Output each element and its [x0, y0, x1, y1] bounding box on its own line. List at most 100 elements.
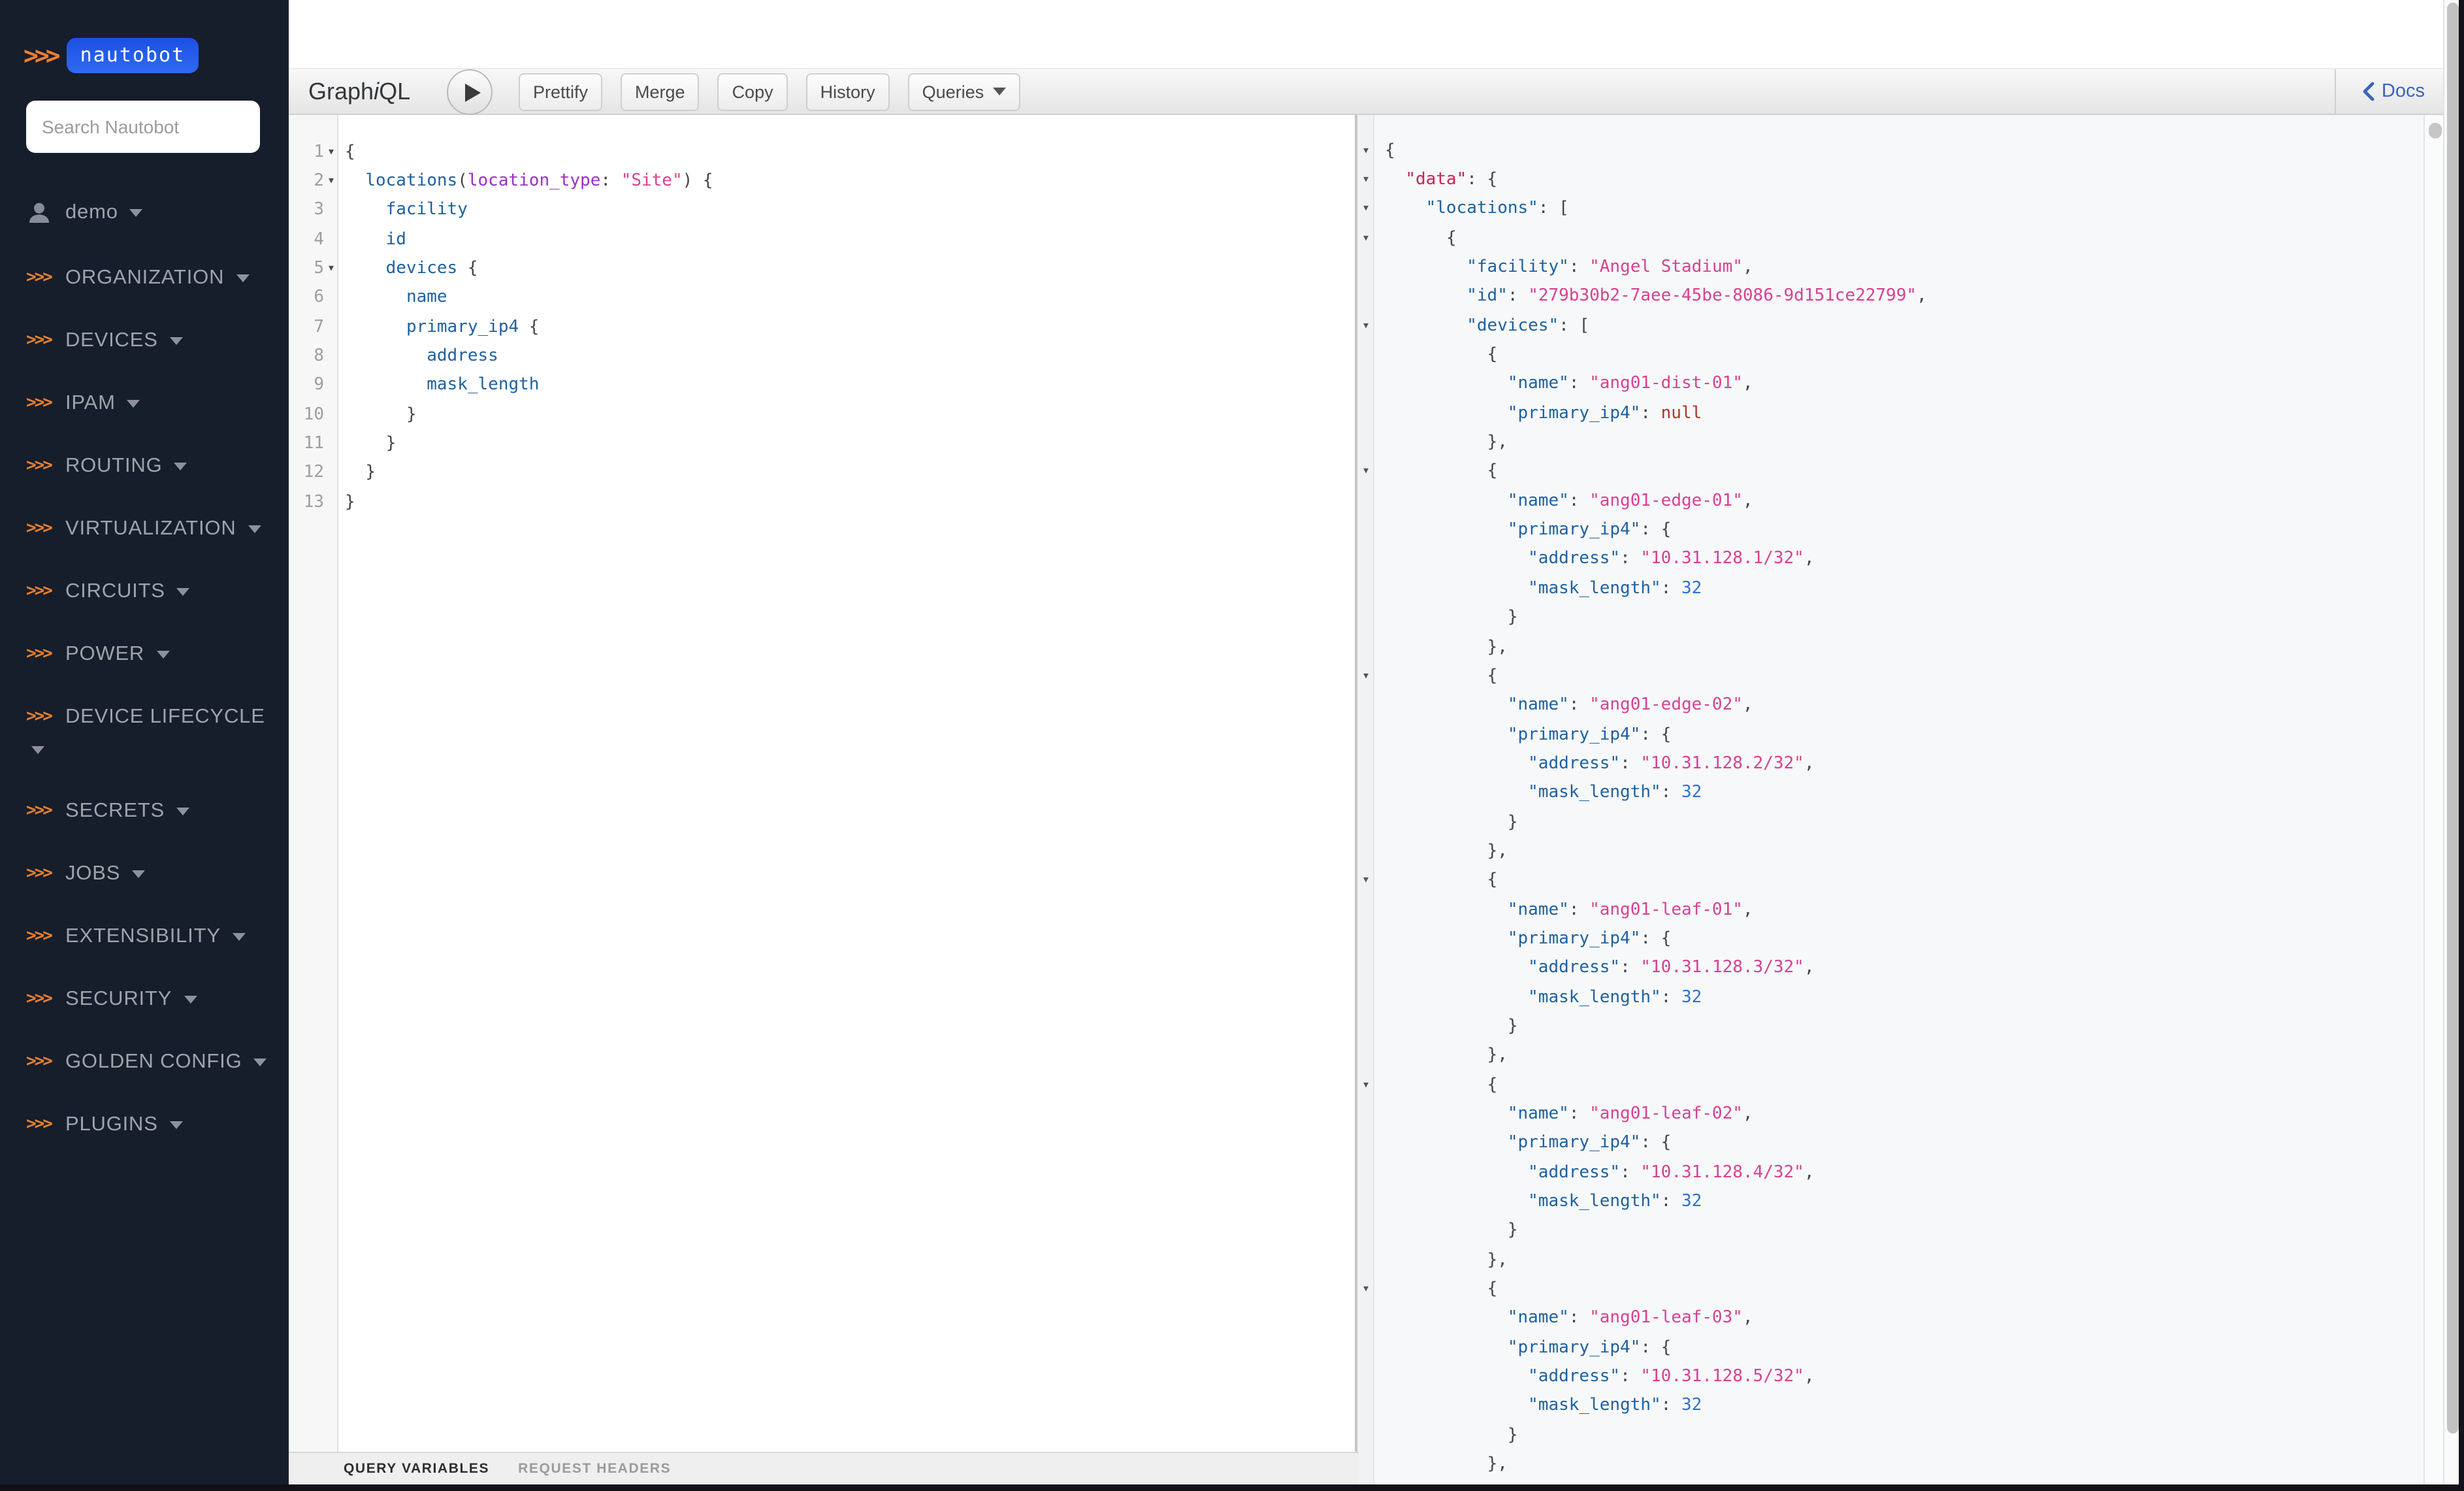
editor-footer-bar: QUERY VARIABLES REQUEST HEADERS [289, 1452, 1359, 1484]
chevron-down-icon [177, 587, 190, 595]
sidebar-item-routing[interactable]: >>>ROUTING [26, 450, 277, 482]
code-text: } [345, 463, 376, 483]
result-line: }, [1357, 632, 2423, 662]
page-scrollbar-track[interactable] [2443, 0, 2459, 1484]
result-scrollbar-track[interactable] [2423, 115, 2443, 1484]
result-line: ▾ { [1357, 1070, 2423, 1100]
fold-toggle-icon[interactable]: ▾ [1357, 1282, 1374, 1296]
search-input[interactable] [26, 101, 260, 153]
menu-chevrons-icon: >>> [26, 582, 65, 601]
code-text: } [1385, 1017, 1518, 1036]
nautobot-logo[interactable]: >>> nautobot [24, 35, 198, 76]
result-line: "name": "ang01-dist-01", [1357, 370, 2423, 399]
result-line: }, [1357, 428, 2423, 457]
code-text: devices { [345, 259, 478, 278]
chevron-down-icon [127, 399, 140, 407]
fold-toggle-icon[interactable]: ▾ [1357, 231, 1374, 245]
fold-toggle-icon[interactable]: ▾ [1357, 874, 1374, 888]
sidebar-item-label: DEVICE LIFECYCLE [65, 705, 265, 729]
code-text: "locations": [ [1385, 199, 1569, 219]
sidebar-item-devices[interactable]: >>>DEVICES [26, 324, 277, 357]
tab-query-variables[interactable]: QUERY VARIABLES [344, 1461, 489, 1477]
sidebar-item-jobs[interactable]: >>>JOBS [26, 857, 277, 890]
code-text: } [345, 493, 355, 512]
sidebar-item-label: ORGANIZATION [65, 266, 224, 289]
sidebar-item-organization[interactable]: >>>ORGANIZATION [26, 261, 277, 294]
code-text: } [1385, 1426, 1518, 1445]
result-line: "facility": "Angel Stadium", [1357, 253, 2423, 282]
sidebar-item-security[interactable]: >>>SECURITY [26, 983, 277, 1015]
code-text: "id": "279b30b2-7aee-45be-8086-9d151ce22… [1385, 287, 1927, 306]
result-line: ▾{ [1357, 136, 2423, 165]
queries-dropdown-button[interactable]: Queries [908, 73, 1021, 110]
chevron-down-icon [176, 807, 189, 815]
fold-toggle-icon[interactable]: ▾ [1357, 143, 1374, 157]
copy-button[interactable]: Copy [718, 73, 788, 110]
prettify-button[interactable]: Prettify [519, 73, 602, 110]
sidebar-item-label: ROUTING [65, 454, 163, 478]
sidebar-item-label: IPAM [65, 391, 116, 415]
fold-toggle-icon[interactable]: ▾ [1357, 1077, 1374, 1092]
menu-chevrons-icon: >>> [26, 456, 65, 476]
code-text: locations(location_type: "Site") { [345, 171, 713, 191]
sidebar-item-virtualization[interactable]: >>>VIRTUALIZATION [26, 512, 277, 545]
play-icon [464, 83, 480, 101]
code-text: name [345, 288, 447, 308]
sidebar-item-plugins[interactable]: >>>PLUGINS [26, 1108, 277, 1141]
code-text: "data": { [1385, 170, 1497, 189]
editor-line: 2▾ locations(location_type: "Site") { [289, 167, 1355, 196]
merge-button[interactable]: Merge [621, 73, 700, 110]
result-line: }, [1357, 1041, 2423, 1070]
execute-query-button[interactable] [447, 69, 493, 115]
fold-toggle-icon[interactable]: ▾ [324, 144, 338, 159]
editor-line: 9 mask_length [289, 371, 1355, 401]
code-text: address [345, 346, 498, 366]
chevron-left-icon [2361, 81, 2375, 102]
user-menu[interactable]: demo [26, 196, 277, 229]
fold-toggle-icon[interactable]: ▾ [1357, 318, 1374, 333]
tab-request-headers[interactable]: REQUEST HEADERS [518, 1461, 671, 1477]
user-icon [26, 199, 65, 225]
code-text: { [1385, 666, 1497, 686]
sidebar-item-power[interactable]: >>>POWER [26, 638, 277, 670]
sidebar-item-label: VIRTUALIZATION [65, 517, 236, 540]
fold-toggle-icon[interactable]: ▾ [324, 261, 338, 276]
result-line: "primary_ip4": { [1357, 1333, 2423, 1362]
fold-toggle-icon[interactable]: ▾ [1357, 202, 1374, 216]
history-button[interactable]: History [806, 73, 890, 110]
result-line: ▾ { [1357, 866, 2423, 895]
line-number: 4 [289, 229, 324, 249]
result-line: "primary_ip4": { [1357, 925, 2423, 954]
fold-toggle-icon[interactable]: ▾ [1357, 465, 1374, 479]
result-line: "address": "10.31.128.3/32", [1357, 953, 2423, 983]
sidebar-item-circuits[interactable]: >>>CIRCUITS [26, 575, 277, 608]
sidebar-item-extensibility[interactable]: >>>EXTENSIBILITY [26, 920, 277, 953]
line-number: 10 [289, 405, 324, 425]
fold-toggle-icon[interactable]: ▾ [1357, 669, 1374, 683]
result-line: } [1357, 1420, 2423, 1450]
result-line: "name": "ang01-edge-01", [1357, 486, 2423, 516]
code-text: "primary_ip4": null [1385, 404, 1702, 423]
docs-button[interactable]: Docs [2361, 69, 2425, 114]
code-text: } [1385, 812, 1518, 832]
code-text: "name": "ang01-leaf-02", [1385, 1104, 1753, 1124]
sidebar-item-device-lifecycle[interactable]: >>>DEVICE LIFECYCLE [26, 700, 277, 766]
page-scrollbar-thumb[interactable] [2447, 3, 2459, 1434]
code-text: } [345, 434, 396, 453]
fold-toggle-icon[interactable]: ▾ [1357, 172, 1374, 187]
editor-line: 12 } [289, 459, 1355, 488]
sidebar-item-golden-config[interactable]: >>>GOLDEN CONFIG [26, 1045, 277, 1078]
result-line: } [1357, 1012, 2423, 1041]
code-text: } [1385, 1221, 1518, 1241]
sidebar-item-label: PLUGINS [65, 1113, 158, 1136]
user-name-label: demo [65, 201, 118, 224]
sidebar-item-ipam[interactable]: >>>IPAM [26, 387, 277, 419]
result-line: "id": "279b30b2-7aee-45be-8086-9d151ce22… [1357, 282, 2423, 311]
query-editor[interactable]: 1▾{2▾ locations(location_type: "Site") {… [289, 115, 1355, 1452]
chevron-down-icon [233, 932, 246, 940]
code-text: }, [1385, 637, 1508, 657]
sidebar-item-secrets[interactable]: >>>SECRETS [26, 795, 277, 827]
fold-toggle-icon[interactable]: ▾ [324, 174, 338, 188]
result-scrollbar-thumb[interactable] [2429, 123, 2442, 139]
result-line: ▾ { [1357, 223, 2423, 253]
